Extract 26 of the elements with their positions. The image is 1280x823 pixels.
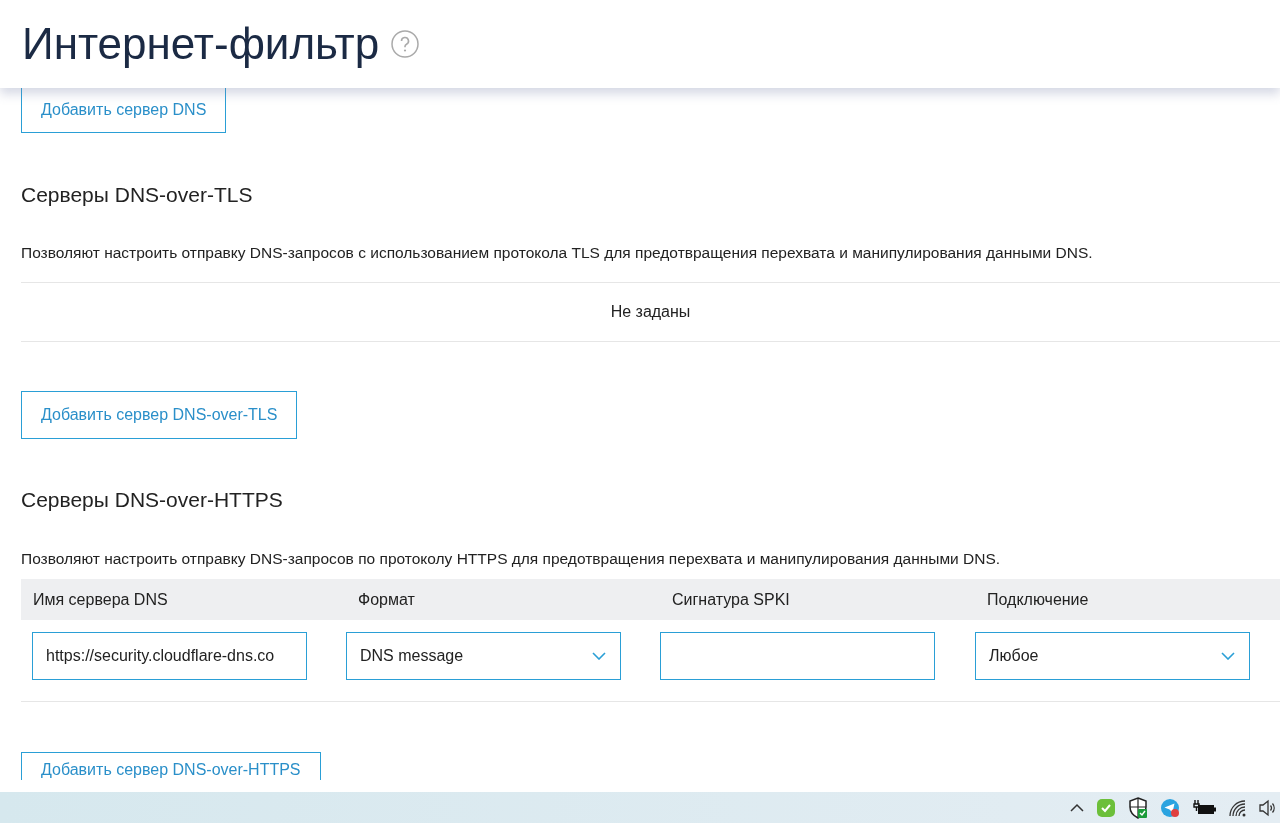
wifi-icon[interactable]	[1228, 798, 1246, 817]
section-description: Позволяют настроить отправку DNS-запросов по протоколу HTTPS для предотвращения перехвата и манипулирования данными DNS.	[21, 550, 1002, 568]
column-header: Формат	[358, 590, 416, 609]
battery-charging-icon[interactable]	[1192, 798, 1216, 817]
input-field[interactable]: https://security.cloudflare-dns.co	[32, 632, 307, 680]
chevron-down-icon	[592, 652, 606, 660]
empty-list-text: Не заданы	[610, 303, 691, 321]
section-heading: Серверы DNS-over-HTTPS	[21, 488, 284, 512]
section-description: Позволяют настроить отправку DNS-запросов с использованием протокола TLS для предотвращения перехвата и манипулирования данными DNS.	[21, 244, 1094, 262]
shield-icon[interactable]	[1128, 796, 1148, 819]
check-shield-app-icon[interactable]	[1096, 797, 1116, 818]
column-header: Имя сервера DNS	[33, 590, 169, 609]
add-dns-server-button[interactable]: Добавить сервер DNS	[21, 88, 227, 133]
paper-plane-app-icon[interactable]	[1160, 797, 1180, 818]
add-dns-over-https-button[interactable]: Добавить сервер DNS-over-HTTPS	[21, 752, 321, 780]
speaker-icon[interactable]	[1258, 798, 1276, 817]
chevron-down-icon	[1221, 652, 1235, 660]
column-header: Подключение	[987, 590, 1090, 609]
chevron-up-icon[interactable]	[1070, 803, 1084, 812]
select-field[interactable]: DNS message	[346, 632, 621, 680]
add-dns-over-tls-button[interactable]: Добавить сервер DNS-over-TLS	[21, 391, 298, 439]
select-field[interactable]: Любое	[975, 632, 1250, 680]
column-header: Сигнатура SPKI	[672, 590, 791, 609]
page-title: Интернет-фильтр	[22, 22, 380, 66]
input-field[interactable]	[660, 632, 935, 680]
section-heading: Серверы DNS-over-TLS	[21, 183, 254, 207]
